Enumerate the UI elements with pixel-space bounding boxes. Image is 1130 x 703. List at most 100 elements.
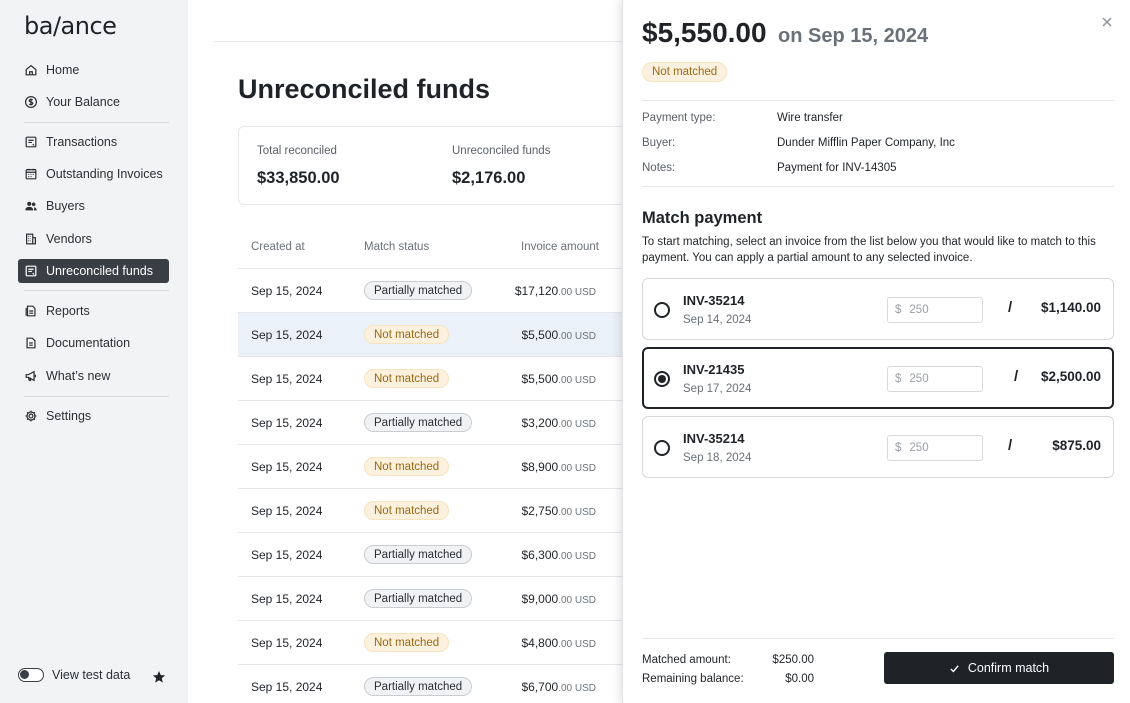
- toggle-switch[interactable]: [18, 668, 44, 682]
- sidebar-item-vendors[interactable]: Vendors: [18, 227, 169, 251]
- cell-date: Sep 15, 2024: [251, 548, 323, 562]
- table-row[interactable]: Sep 15, 2024 Partially matched $3,200.00…: [238, 401, 628, 445]
- amount-dollars: $5,500: [521, 372, 559, 386]
- cell-amount: $8,900.00 USD: [522, 460, 597, 474]
- invoice-id: INV-35214: [683, 431, 745, 446]
- main-content: Unreconciled funds Total reconciled $33,…: [188, 0, 628, 703]
- cell-date: Sep 15, 2024: [251, 680, 323, 694]
- sidebar-item-label: Your Balance: [46, 95, 120, 109]
- check-icon: [950, 664, 959, 672]
- star-icon[interactable]: [152, 670, 166, 684]
- cell-date: Sep 15, 2024: [251, 504, 323, 518]
- amount-dollars: $3,200: [521, 416, 559, 430]
- table-row[interactable]: Sep 15, 2024 Not matched $8,900.00 USD: [238, 445, 628, 489]
- radio-button-checked[interactable]: [654, 371, 670, 387]
- cell-amount: $6,300.00 USD: [522, 548, 597, 562]
- table-row[interactable]: Sep 15, 2024 Partially matched $17,120.0…: [238, 269, 628, 313]
- partial-amount-input[interactable]: [909, 442, 970, 454]
- cell-date: Sep 15, 2024: [251, 416, 323, 430]
- sidebar-item-reports[interactable]: Reports: [18, 299, 169, 323]
- notes-value: Payment for INV-14305: [777, 162, 897, 174]
- table-row-selected[interactable]: Sep 15, 2024 Not matched $5,500.00 USD: [238, 313, 628, 357]
- amount-dollars: $4,800: [521, 636, 559, 650]
- cell-amount: $6,700.00 USD: [522, 680, 597, 694]
- total-reconciled-label: Total reconciled: [257, 145, 337, 157]
- table-row[interactable]: Sep 15, 2024 Not matched $4,800.00 USD: [238, 621, 628, 665]
- sidebar-item-label: Transactions: [46, 135, 118, 149]
- sidebar-item-your-balance[interactable]: Your Balance: [18, 90, 169, 114]
- amount-cents: .00 USD: [558, 595, 596, 606]
- status-badge: Partially matched: [364, 413, 473, 432]
- close-icon[interactable]: [1100, 15, 1114, 29]
- sidebar-item-documentation[interactable]: Documentation: [18, 331, 169, 355]
- partial-amount-field[interactable]: $: [887, 435, 983, 461]
- separator: /: [1008, 437, 1013, 454]
- payment-date: on Sep 15, 2024: [778, 25, 929, 47]
- cell-amount: $9,000.00 USD: [522, 592, 597, 606]
- logo[interactable]: ba/ance: [24, 12, 117, 40]
- unreconciled-funds-label: Unreconciled funds: [452, 145, 551, 157]
- payment-type-value: Wire transfer: [777, 112, 843, 124]
- invoice-option[interactable]: INV-35214 Sep 18, 2024 $ / $875.00: [642, 416, 1114, 478]
- sidebar-item-settings[interactable]: Settings: [18, 404, 169, 428]
- table-row[interactable]: Sep 15, 2024 Partially matched $6,300.00…: [238, 533, 628, 577]
- confirm-match-button[interactable]: Confirm match: [884, 652, 1114, 684]
- cell-amount: $2,750.00 USD: [522, 504, 597, 518]
- amount-dollars: $6,700: [521, 680, 559, 694]
- column-header-match-status[interactable]: Match status: [364, 241, 429, 253]
- table-row[interactable]: Sep 15, 2024 Not matched $2,750.00 USD: [238, 489, 628, 533]
- amount-cents: .00 USD: [558, 551, 596, 562]
- building-icon: [26, 233, 36, 245]
- radio-button[interactable]: [654, 440, 670, 456]
- header-divider: [214, 41, 628, 42]
- amount-dollars: $6,300: [521, 548, 559, 562]
- table-row[interactable]: Sep 15, 2024 Partially matched $9,000.00…: [238, 577, 628, 621]
- table-row[interactable]: Sep 15, 2024 Not matched $5,500.00 USD: [238, 357, 628, 401]
- table-row[interactable]: Sep 15, 2024 Partially matched $6,700.00…: [238, 665, 628, 703]
- partial-amount-field[interactable]: $: [887, 297, 983, 323]
- view-test-data-toggle[interactable]: View test data: [18, 668, 130, 682]
- sidebar-item-unreconciled-funds[interactable]: Unreconciled funds: [18, 259, 169, 283]
- radio-button[interactable]: [654, 302, 670, 318]
- partial-amount-input[interactable]: [909, 373, 970, 385]
- sidebar-item-whats-new[interactable]: What’s new: [18, 364, 169, 388]
- amount-cents: .00 USD: [558, 375, 596, 386]
- partial-amount-field[interactable]: $: [887, 366, 983, 392]
- column-header-invoice-amount[interactable]: Invoice amount: [521, 241, 599, 253]
- matched-amount-value: $250.00: [772, 654, 814, 666]
- divider: [642, 638, 1114, 639]
- sidebar-item-buyers[interactable]: Buyers: [18, 194, 169, 218]
- document-icon: [26, 337, 36, 349]
- amount-cents: .00 USD: [558, 287, 596, 298]
- invoice-option[interactable]: INV-35214 Sep 14, 2024 $ / $1,140.00: [642, 278, 1114, 340]
- sidebar-item-label: Outstanding Invoices: [46, 167, 163, 181]
- column-header-created-at[interactable]: Created at: [251, 241, 305, 253]
- invoice-option-selected[interactable]: INV-21435 Sep 17, 2024 $ / $2,500.00: [642, 347, 1114, 409]
- invoice-date: Sep 18, 2024: [683, 452, 752, 464]
- sidebar-item-label: What’s new: [46, 369, 111, 383]
- amount-cents: .00 USD: [558, 683, 596, 694]
- invoice-total: $875.00: [1052, 438, 1101, 453]
- sidebar-item-label: Home: [46, 63, 80, 77]
- unreconciled-funds-value: $2,176.00: [452, 169, 526, 187]
- sidebar-item-home[interactable]: Home: [18, 58, 169, 82]
- confirm-match-label: Confirm match: [967, 661, 1050, 675]
- sidebar-divider: [24, 290, 169, 291]
- cell-date: Sep 15, 2024: [251, 284, 323, 298]
- remaining-balance-label: Remaining balance:: [642, 673, 744, 685]
- cell-amount: $3,200.00 USD: [522, 416, 597, 430]
- stats-card: Total reconciled $33,850.00 Unreconciled…: [238, 126, 628, 205]
- dollar-circle-icon: [24, 95, 38, 109]
- funds-icon: [25, 265, 37, 277]
- cell-date: Sep 15, 2024: [251, 592, 323, 606]
- partial-amount-input[interactable]: [909, 304, 970, 316]
- sidebar-item-transactions[interactable]: Transactions: [18, 130, 169, 154]
- amount-dollars: $17,120: [514, 284, 559, 298]
- calendar-icon: [25, 168, 37, 180]
- sidebar-item-outstanding-invoices[interactable]: Outstanding Invoices: [18, 162, 169, 186]
- status-badge: Partially matched: [364, 545, 473, 564]
- currency-symbol: $: [895, 442, 902, 454]
- buyer-label: Buyer:: [642, 137, 676, 149]
- status-badge: Not matched: [642, 62, 728, 82]
- amount-cents: .00 USD: [558, 331, 596, 342]
